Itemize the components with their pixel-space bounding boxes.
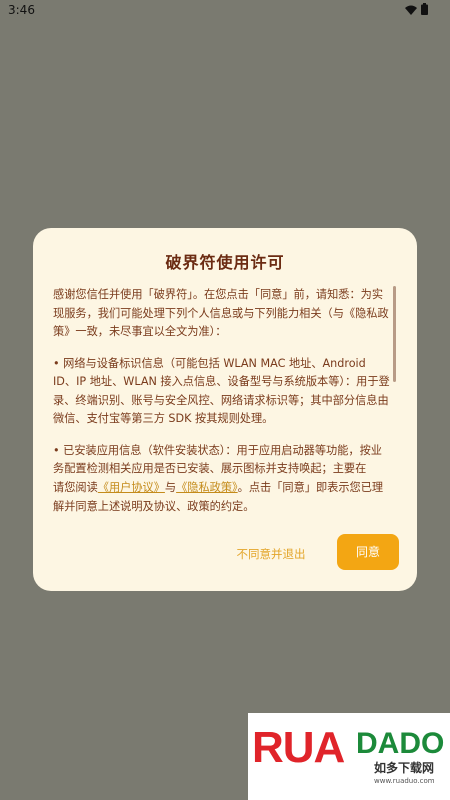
consent-text: 请您阅读《用户协议》与《隐私政策》。点击「同意」即表示您已理解并同意上述说明及协… — [53, 479, 393, 516]
watermark-logo: RUA DADO 如多下载网 www.ruaduo.com — [248, 713, 450, 800]
network-info-paragraph: • 网络与设备标识信息（可能包括 WLAN MAC 地址、Android ID、… — [53, 356, 390, 426]
consent-and: 与 — [164, 481, 177, 494]
agree-button[interactable]: 同意 — [337, 534, 399, 570]
wifi-icon — [405, 4, 417, 18]
user-agreement-link[interactable]: 《用户协议》 — [98, 481, 165, 494]
privacy-policy-link[interactable]: 《隐私政策》 — [176, 481, 238, 494]
watermark-url: www.ruaduo.com — [374, 777, 435, 785]
dialog-scroll-area[interactable]: 感谢您信任并使用「破界符」。在您点击「同意」前，请知悉：为实现服务，我们可能处理… — [53, 286, 391, 491]
status-time: 3:46 — [8, 3, 35, 17]
consent-prefix: 请您阅读 — [53, 481, 98, 494]
dialog-title: 破界符使用许可 — [165, 253, 285, 272]
watermark-brand: 如多下载网 — [374, 761, 435, 775]
decline-exit-button[interactable]: 不同意并退出 — [229, 544, 313, 564]
status-icons — [405, 3, 428, 18]
battery-icon — [421, 3, 428, 18]
status-bar: 3:46 — [0, 0, 450, 20]
watermark-logo-text: RUA — [252, 723, 345, 772]
intro-paragraph: 感谢您信任并使用「破界符」。在您点击「同意」前，请知悉：为实现服务，我们可能处理… — [53, 288, 389, 338]
installed-apps-paragraph: • 已安装应用信息（软件安装状态）：用于应用启动器等功能，按业务配置检测相关应用… — [53, 443, 382, 476]
watermark-logo-text-2: DADO — [356, 727, 445, 760]
scrollbar-thumb[interactable] — [393, 286, 396, 382]
license-dialog: 破界符使用许可 感谢您信任并使用「破界符」。在您点击「同意」前，请知悉：为实现服… — [33, 228, 417, 591]
